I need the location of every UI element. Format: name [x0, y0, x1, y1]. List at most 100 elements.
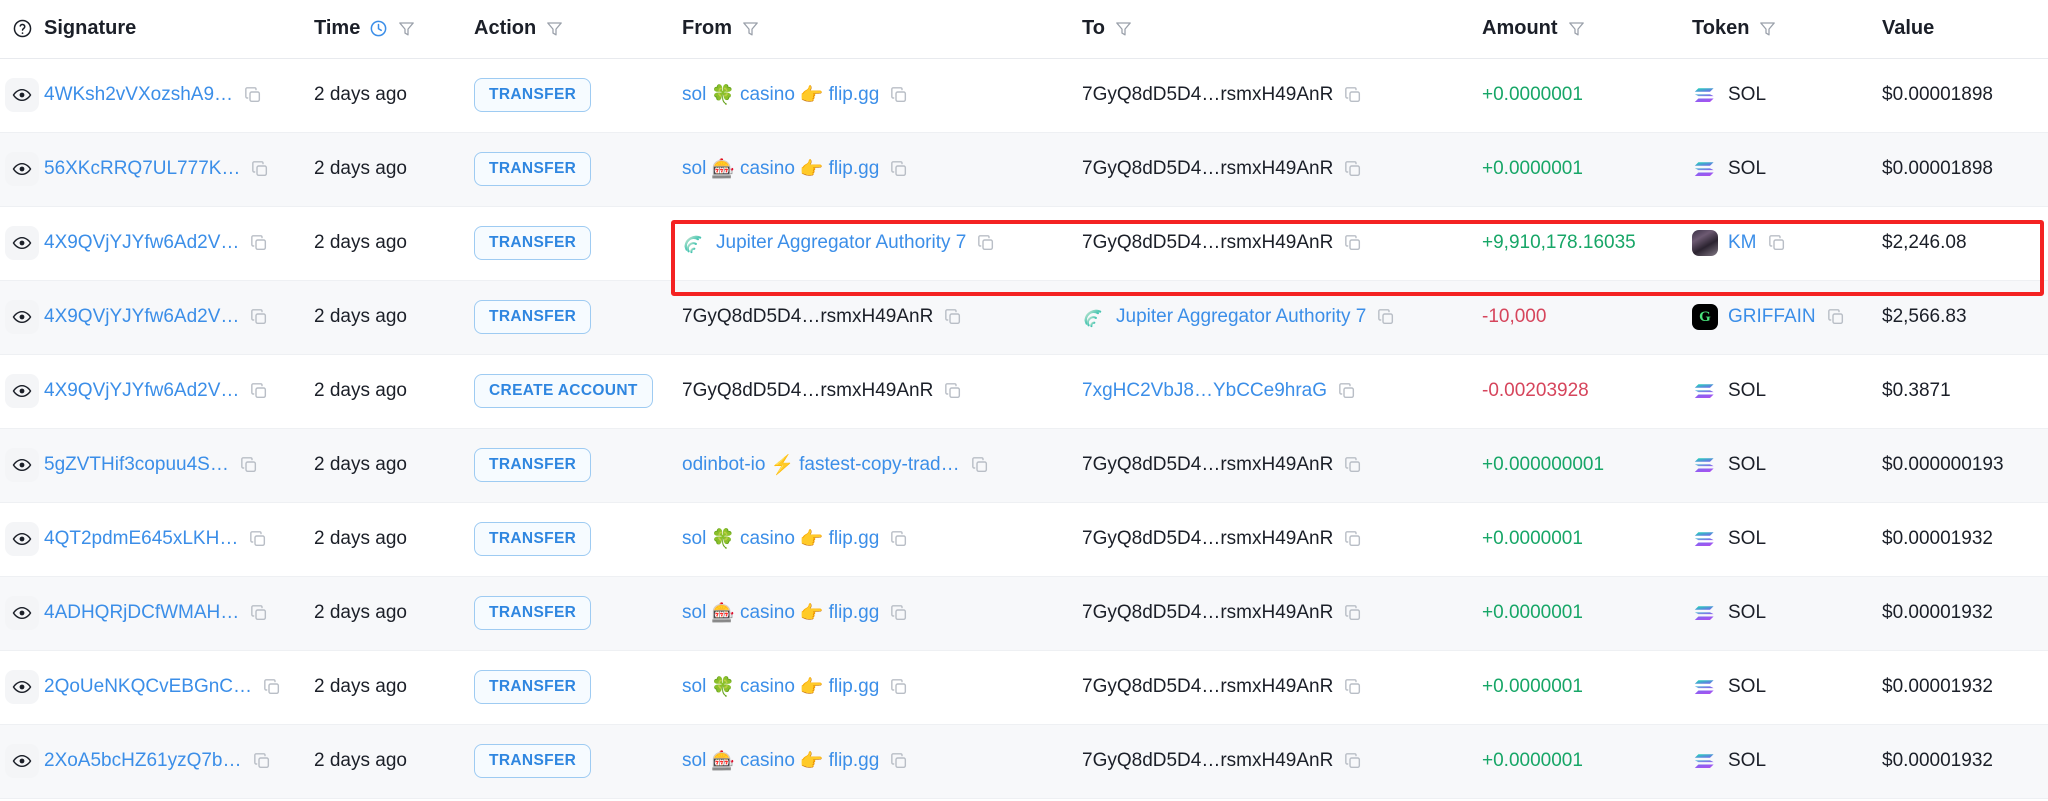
signature-link[interactable]: 4X9QVjYJYfw6Ad2V… [44, 232, 239, 254]
from-address-label[interactable]: sol 🎰 casino 👉 flip.gg [682, 750, 879, 772]
to-address: 7GyQ8dD5D4…rsmxH49AnR [1082, 528, 1482, 550]
view-transaction-button[interactable] [5, 374, 39, 408]
copy-icon[interactable] [889, 85, 909, 105]
copy-icon[interactable] [1343, 85, 1363, 105]
from-address-label[interactable]: sol 🍀 casino 👉 flip.gg [682, 528, 879, 550]
to-address-text[interactable]: Jupiter Aggregator Authority 7 [1116, 306, 1366, 328]
copy-icon[interactable] [262, 677, 282, 697]
view-transaction-button[interactable] [5, 78, 39, 112]
action-badge[interactable]: TRANSFER [474, 300, 592, 334]
copy-icon[interactable] [250, 159, 270, 179]
copy-icon[interactable] [889, 751, 909, 771]
action-badge[interactable]: TRANSFER [474, 670, 592, 704]
signature-link[interactable]: 4QT2pdmE645xLKH… [44, 528, 238, 550]
filter-icon[interactable] [1758, 19, 1777, 38]
table-row[interactable]: 2QoUeNKQCvEBGnC… 2 days ago TRANSFER sol 🍀 c… [0, 650, 2048, 725]
four-leaf-clover-emoji: 🍀 [711, 528, 735, 550]
copy-icon[interactable] [889, 677, 909, 697]
filter-icon[interactable] [545, 19, 564, 38]
copy-icon[interactable] [889, 603, 909, 623]
table-row[interactable]: 4X9QVjYJYfw6Ad2V… 2 days ago CREATE ACCOU… [0, 354, 2048, 429]
copy-icon[interactable] [1343, 529, 1363, 549]
cell-amount: +9,910,178.16035 [1482, 206, 1692, 281]
copy-icon[interactable] [1343, 455, 1363, 475]
copy-icon[interactable] [252, 751, 272, 771]
view-transaction-button[interactable] [5, 300, 39, 334]
copy-icon[interactable] [1343, 159, 1363, 179]
view-transaction-button[interactable] [5, 226, 39, 260]
table-row[interactable]: 56XKcRRQ7UL777K… 2 days ago TRANSFER sol 🎰 c… [0, 132, 2048, 207]
action-badge[interactable]: TRANSFER [474, 152, 592, 186]
copy-icon[interactable] [1343, 751, 1363, 771]
action-badge[interactable]: TRANSFER [474, 448, 592, 482]
copy-icon[interactable] [249, 381, 269, 401]
copy-icon[interactable] [1767, 233, 1787, 253]
signature-link[interactable]: 4ADHQRjDCfWMAH… [44, 602, 239, 624]
action-badge[interactable]: TRANSFER [474, 226, 592, 260]
signature-link[interactable]: 5gZVTHif3copuu4S… [44, 454, 229, 476]
signature-link[interactable]: 4X9QVjYJYfw6Ad2V… [44, 306, 239, 328]
table-row[interactable]: 4ADHQRjDCfWMAH… 2 days ago TRANSFER sol 🎰 ca… [0, 576, 2048, 651]
view-transaction-button[interactable] [5, 522, 39, 556]
from-address-text[interactable]: Jupiter Aggregator Authority 7 [716, 232, 966, 254]
table-row[interactable]: 4X9QVjYJYfw6Ad2V… 2 days ago TRANSFER Jup… [0, 206, 2048, 281]
clock-icon[interactable] [369, 19, 388, 38]
from-address: sol 🎰 casino 👉 flip.gg [682, 750, 1082, 772]
copy-icon[interactable] [1337, 381, 1357, 401]
copy-icon[interactable] [1826, 307, 1846, 327]
table-row[interactable]: 4WKsh2vVXozshA9… 2 days ago TRANSFER sol 🍀 c… [0, 58, 2048, 133]
view-transaction-button[interactable] [5, 670, 39, 704]
action-badge[interactable]: TRANSFER [474, 596, 592, 630]
token-name[interactable]: GRIFFAIN [1728, 306, 1816, 328]
copy-icon[interactable] [249, 307, 269, 327]
filter-icon[interactable] [1114, 19, 1133, 38]
cell-time: 2 days ago [314, 58, 474, 133]
from-address-label[interactable]: sol 🎰 casino 👉 flip.gg [682, 158, 879, 180]
from-address-label[interactable]: sol 🍀 casino 👉 flip.gg [682, 676, 879, 698]
table-row[interactable]: 4QT2pdmE645xLKH… 2 days ago TRANSFER sol 🍀 c… [0, 502, 2048, 577]
copy-icon[interactable] [943, 381, 963, 401]
table-row[interactable]: 2XoA5bcHZ61yzQ7b… 2 days ago TRANSFER sol 🎰… [0, 724, 2048, 799]
to-address-text[interactable]: 7xgHC2VbJ8…YbCCe9hraG [1082, 380, 1327, 402]
copy-icon[interactable] [943, 307, 963, 327]
signature-link[interactable]: 2XoA5bcHZ61yzQ7b… [44, 750, 242, 772]
copy-icon[interactable] [243, 85, 263, 105]
filter-icon[interactable] [741, 19, 760, 38]
from-address-label[interactable]: sol 🎰 casino 👉 flip.gg [682, 602, 879, 624]
label-prefix: sol [682, 602, 707, 623]
copy-icon[interactable] [970, 455, 990, 475]
signature-link[interactable]: 4X9QVjYJYfw6Ad2V… [44, 380, 239, 402]
action-badge[interactable]: TRANSFER [474, 78, 592, 112]
from-address-label[interactable]: odinbot-io ⚡ fastest-copy-trad… [682, 454, 960, 476]
copy-icon[interactable] [1376, 307, 1396, 327]
action-badge[interactable]: TRANSFER [474, 744, 592, 778]
copy-icon[interactable] [889, 159, 909, 179]
copy-icon[interactable] [976, 233, 996, 253]
copy-icon[interactable] [239, 455, 259, 475]
view-transaction-button[interactable] [5, 596, 39, 630]
filter-icon[interactable] [397, 19, 416, 38]
table-row[interactable]: 5gZVTHif3copuu4S… 2 days ago TRANSFER odin… [0, 428, 2048, 503]
signature-link[interactable]: 2QoUeNKQCvEBGnC… [44, 676, 252, 698]
signature-link[interactable]: 56XKcRRQ7UL777K… [44, 158, 240, 180]
copy-icon[interactable] [889, 529, 909, 549]
view-transaction-button[interactable] [5, 744, 39, 778]
table-row[interactable]: 4X9QVjYJYfw6Ad2V… 2 days ago TRANSFER 7GyQ… [0, 280, 2048, 355]
copy-icon[interactable] [249, 233, 269, 253]
copy-icon[interactable] [248, 529, 268, 549]
signature-wrap: 4X9QVjYJYfw6Ad2V… [44, 306, 314, 328]
from-address-label[interactable]: sol 🍀 casino 👉 flip.gg [682, 84, 879, 106]
cell-token: KM [1692, 206, 1882, 281]
copy-icon[interactable] [1343, 677, 1363, 697]
action-badge[interactable]: CREATE ACCOUNT [474, 374, 653, 408]
help-circle-icon[interactable] [12, 18, 33, 39]
copy-icon[interactable] [1343, 603, 1363, 623]
action-badge[interactable]: TRANSFER [474, 522, 592, 556]
view-transaction-button[interactable] [5, 448, 39, 482]
token-name[interactable]: KM [1728, 232, 1757, 254]
copy-icon[interactable] [249, 603, 269, 623]
signature-link[interactable]: 4WKsh2vVXozshA9… [44, 84, 233, 106]
filter-icon[interactable] [1567, 19, 1586, 38]
copy-icon[interactable] [1343, 233, 1363, 253]
view-transaction-button[interactable] [5, 152, 39, 186]
